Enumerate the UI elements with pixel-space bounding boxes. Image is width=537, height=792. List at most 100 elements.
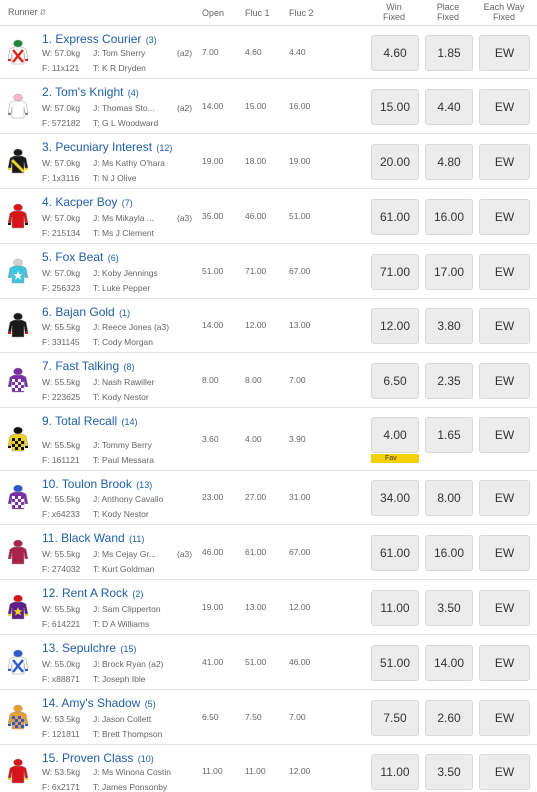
win-odds-button[interactable]: 20.00 [371,144,419,180]
weight: W: 55.5kg [42,549,81,559]
barrier-number: (3) [145,35,157,45]
runner-name-link[interactable]: 11. Black Wand (11) [42,531,144,545]
jockey-claim: (a3) [177,213,193,223]
runner-name: 2. Tom's Knight [42,85,124,99]
jockey: J: Tommy Berry [93,440,152,450]
jockey-silk-icon [7,704,29,732]
fluc1-price: 8.00 [245,375,262,385]
fluc1-price: 13.00 [245,602,267,612]
each-way-button[interactable]: EW [479,590,530,626]
runner-name-link[interactable]: 12. Rent A Rock (2) [42,586,143,600]
place-odds-button[interactable]: 1.65 [425,417,473,453]
trainer: T: Ms J Clement [93,228,154,238]
runner-name-link[interactable]: 7. Fast Talking (8) [42,359,135,373]
place-odds-button[interactable]: 3.50 [425,590,473,626]
fluc2-price: 7.00 [289,712,306,722]
runner-name-link[interactable]: 6. Bajan Gold (1) [42,305,130,319]
each-way-button[interactable]: EW [479,89,530,125]
each-way-button[interactable]: EW [479,199,530,235]
barrier-number: (10) [137,754,154,764]
win-odds-button[interactable]: 4.00 [371,417,419,453]
jockey: J: Ms Kathy O'hara [93,158,166,168]
runner-form-trainer: F: 274032 T: Kurt Goldman [42,564,202,574]
jockey-claim: (a3) [177,549,193,559]
place-odds-button[interactable]: 8.00 [425,480,473,516]
win-odds-button[interactable]: 11.00 [371,754,419,790]
each-way-button[interactable]: EW [479,535,530,571]
runner-name-link[interactable]: 13. Sepulchre (15) [42,641,136,655]
win-odds-button[interactable]: 61.00 [371,199,419,235]
runner-weight-jockey: W: 57.0kg J: Ms Kathy O'hara [42,158,202,168]
win-odds-button[interactable]: 4.60 [371,35,419,71]
runner-row: 15. Proven Class (10) W: 53.5kg J: Ms Wi… [0,745,537,792]
trainer: T: Paul Messara [93,455,154,465]
open-price: 6.50 [202,712,219,722]
place-odds-button[interactable]: 2.60 [425,700,473,736]
runner-row: 7. Fast Talking (8) W: 55.5kg J: Nash Ra… [0,353,537,408]
open-price: 41.00 [202,657,224,667]
form: F: 223625 [42,392,81,402]
place-odds-button[interactable]: 2.35 [425,363,473,399]
place-odds-button[interactable]: 4.80 [425,144,473,180]
runner-name: 12. Rent A Rock [42,586,129,600]
runner-row: 13. Sepulchre (15) W: 55.0kg J: Brock Ry… [0,635,537,690]
open-price: 8.00 [202,375,219,385]
place-odds-button[interactable]: 1.85 [425,35,473,71]
each-way-button[interactable]: EW [479,645,530,681]
each-way-button[interactable]: EW [479,417,530,453]
each-way-button[interactable]: EW [479,254,530,290]
favourite-badge: Fav [371,454,419,463]
open-price: 7.00 [202,47,219,57]
runner-name-link[interactable]: 2. Tom's Knight (4) [42,85,139,99]
runner-name-link[interactable]: 10. Toulon Brook (13) [42,477,152,491]
trainer: T: N J Olive [93,173,137,183]
fluc2-price: 67.00 [289,547,311,557]
each-way-column-header: Each Way Fixed [478,2,530,22]
jockey: J: Ms Mikayla ... [93,213,154,223]
place-odds-button[interactable]: 3.50 [425,754,473,790]
each-way-button[interactable]: EW [479,308,530,344]
win-odds-button[interactable]: 6.50 [371,363,419,399]
barrier-number: (14) [121,417,138,427]
win-odds-button[interactable]: 61.00 [371,535,419,571]
runner-name-link[interactable]: 4. Kacper Boy (7) [42,195,133,209]
each-way-button[interactable]: EW [479,480,530,516]
runner-column-header[interactable]: Runner ⇵ [8,7,46,18]
runner-name-link[interactable]: 3. Pecuniary Interest (12) [42,140,172,154]
jockey: J: Tom Sherry [93,48,146,58]
sort-icon[interactable]: ⇵ [40,8,47,17]
win-odds-button[interactable]: 71.00 [371,254,419,290]
each-way-button[interactable]: EW [479,754,530,790]
place-odds-button[interactable]: 3.80 [425,308,473,344]
each-way-button[interactable]: EW [479,700,530,736]
win-odds-button[interactable]: 12.00 [371,308,419,344]
jockey: J: Jason Collett [93,714,152,724]
barrier-number: (8) [123,362,135,372]
barrier-number: (15) [120,644,137,654]
fluc2-price: 12.00 [289,766,311,776]
place-odds-button[interactable]: 16.00 [425,199,473,235]
each-way-button[interactable]: EW [479,35,530,71]
runner-name-link[interactable]: 15. Proven Class (10) [42,751,154,765]
open-price: 35.00 [202,211,224,221]
runner-name-link[interactable]: 5. Fox Beat (6) [42,250,119,264]
runner-weight-jockey: W: 57.0kg J: Ms Mikayla ... (a3) [42,213,202,223]
win-odds-button[interactable]: 51.00 [371,645,419,681]
place-odds-button[interactable]: 4.40 [425,89,473,125]
runner-name-link[interactable]: 14. Amy's Shadow (5) [42,696,156,710]
runner-name-link[interactable]: 9. Total Recall (14) [42,414,138,428]
jockey-silk-icon [7,148,29,176]
place-odds-button[interactable]: 16.00 [425,535,473,571]
weight: W: 55.5kg [42,377,81,387]
win-odds-button[interactable]: 7.50 [371,700,419,736]
place-odds-button[interactable]: 14.00 [425,645,473,681]
win-odds-button[interactable]: 11.00 [371,590,419,626]
place-odds-button[interactable]: 17.00 [425,254,473,290]
weight: W: 57.0kg [42,103,81,113]
each-way-button[interactable]: EW [479,363,530,399]
win-odds-button[interactable]: 15.00 [371,89,419,125]
win-odds-button[interactable]: 34.00 [371,480,419,516]
each-way-button[interactable]: EW [479,144,530,180]
runner-name-link[interactable]: 1. Express Courier (3) [42,32,157,46]
form: F: x64233 [42,509,80,519]
